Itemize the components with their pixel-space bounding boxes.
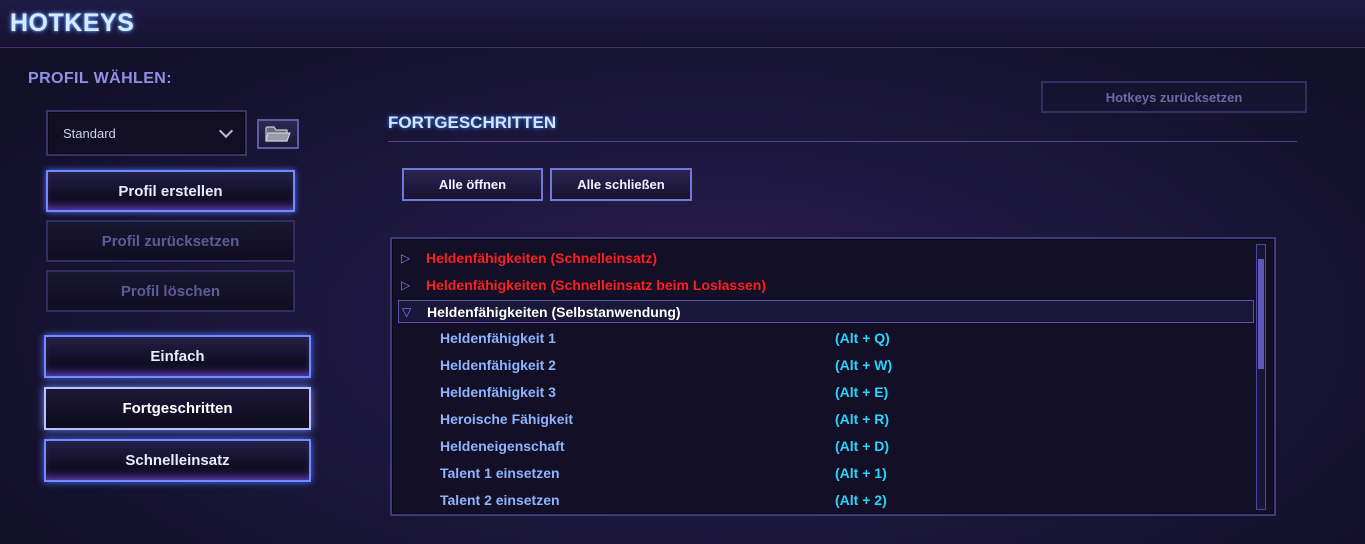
profile-section-label: PROFIL WÄHLEN: xyxy=(28,70,172,87)
mode-simple-button[interactable]: Einfach xyxy=(44,335,311,378)
hotkey-binding[interactable]: (Alt + 1) xyxy=(835,465,887,481)
header-bar: HOTKEYS xyxy=(0,0,1365,48)
category-label: Heldenfähigkeiten (Schnelleinsatz) xyxy=(426,249,658,266)
hotkey-binding[interactable]: (Alt + 2) xyxy=(835,492,887,508)
list-scrollbar[interactable] xyxy=(1256,244,1266,510)
category-row[interactable]: ▷ Heldenfähigkeiten (Schnelleinsatz) xyxy=(398,246,657,269)
folder-icon xyxy=(265,126,291,142)
hotkey-name[interactable]: Heldenfähigkeit 3 xyxy=(440,384,556,400)
hotkey-list: ▷ Heldenfähigkeiten (Schnelleinsatz) ▷ H… xyxy=(390,237,1276,516)
hotkey-name[interactable]: Heldeneigenschaft xyxy=(440,438,564,454)
open-folder-button[interactable] xyxy=(257,119,299,149)
panel-title: FORTGESCHRITTEN xyxy=(388,113,557,132)
hotkey-binding[interactable]: (Alt + Q) xyxy=(835,330,890,346)
category-row-expanded[interactable]: ▽ Heldenfähigkeiten (Selbstanwendung) xyxy=(398,300,1254,323)
collapse-arrow-icon: ▽ xyxy=(402,304,412,319)
hotkey-name[interactable]: Heldenfähigkeit 2 xyxy=(440,357,556,373)
profile-dropdown-value: Standard xyxy=(63,126,116,141)
category-row[interactable]: ▷ Heldenfähigkeiten (Schnelleinsatz beim… xyxy=(398,273,766,296)
create-profile-button[interactable]: Profil erstellen xyxy=(46,170,295,212)
category-label: Heldenfähigkeiten (Selbstanwendung) xyxy=(427,303,681,320)
hotkey-binding[interactable]: (Alt + R) xyxy=(835,411,889,427)
hotkey-name[interactable]: Talent 2 einsetzen xyxy=(440,492,560,508)
scrollbar-thumb[interactable] xyxy=(1258,259,1264,369)
mode-advanced-button[interactable]: Fortgeschritten xyxy=(44,387,311,430)
delete-profile-button[interactable]: Profil löschen xyxy=(46,270,295,312)
profile-dropdown[interactable]: Standard xyxy=(46,110,247,156)
page-title: HOTKEYS xyxy=(10,9,135,37)
mode-quickcast-button[interactable]: Schnelleinsatz xyxy=(44,439,311,482)
category-label: Heldenfähigkeiten (Schnelleinsatz beim L… xyxy=(426,276,766,293)
close-all-button[interactable]: Alle schließen xyxy=(550,168,692,201)
hotkey-binding[interactable]: (Alt + W) xyxy=(835,357,892,373)
expand-arrow-icon: ▷ xyxy=(401,250,411,265)
hotkey-binding[interactable]: (Alt + E) xyxy=(835,384,888,400)
expand-arrow-icon: ▷ xyxy=(401,277,411,292)
reset-hotkeys-button[interactable]: Hotkeys zurücksetzen xyxy=(1041,81,1307,113)
reset-profile-button[interactable]: Profil zurücksetzen xyxy=(46,220,295,262)
hotkey-name[interactable]: Heroische Fähigkeit xyxy=(440,411,573,427)
hotkey-name[interactable]: Talent 1 einsetzen xyxy=(440,465,560,481)
hotkey-binding[interactable]: (Alt + D) xyxy=(835,438,889,454)
hotkey-name[interactable]: Heldenfähigkeit 1 xyxy=(440,330,556,346)
chevron-down-icon xyxy=(218,123,234,139)
open-all-button[interactable]: Alle öffnen xyxy=(402,168,543,201)
panel-divider xyxy=(388,141,1297,142)
